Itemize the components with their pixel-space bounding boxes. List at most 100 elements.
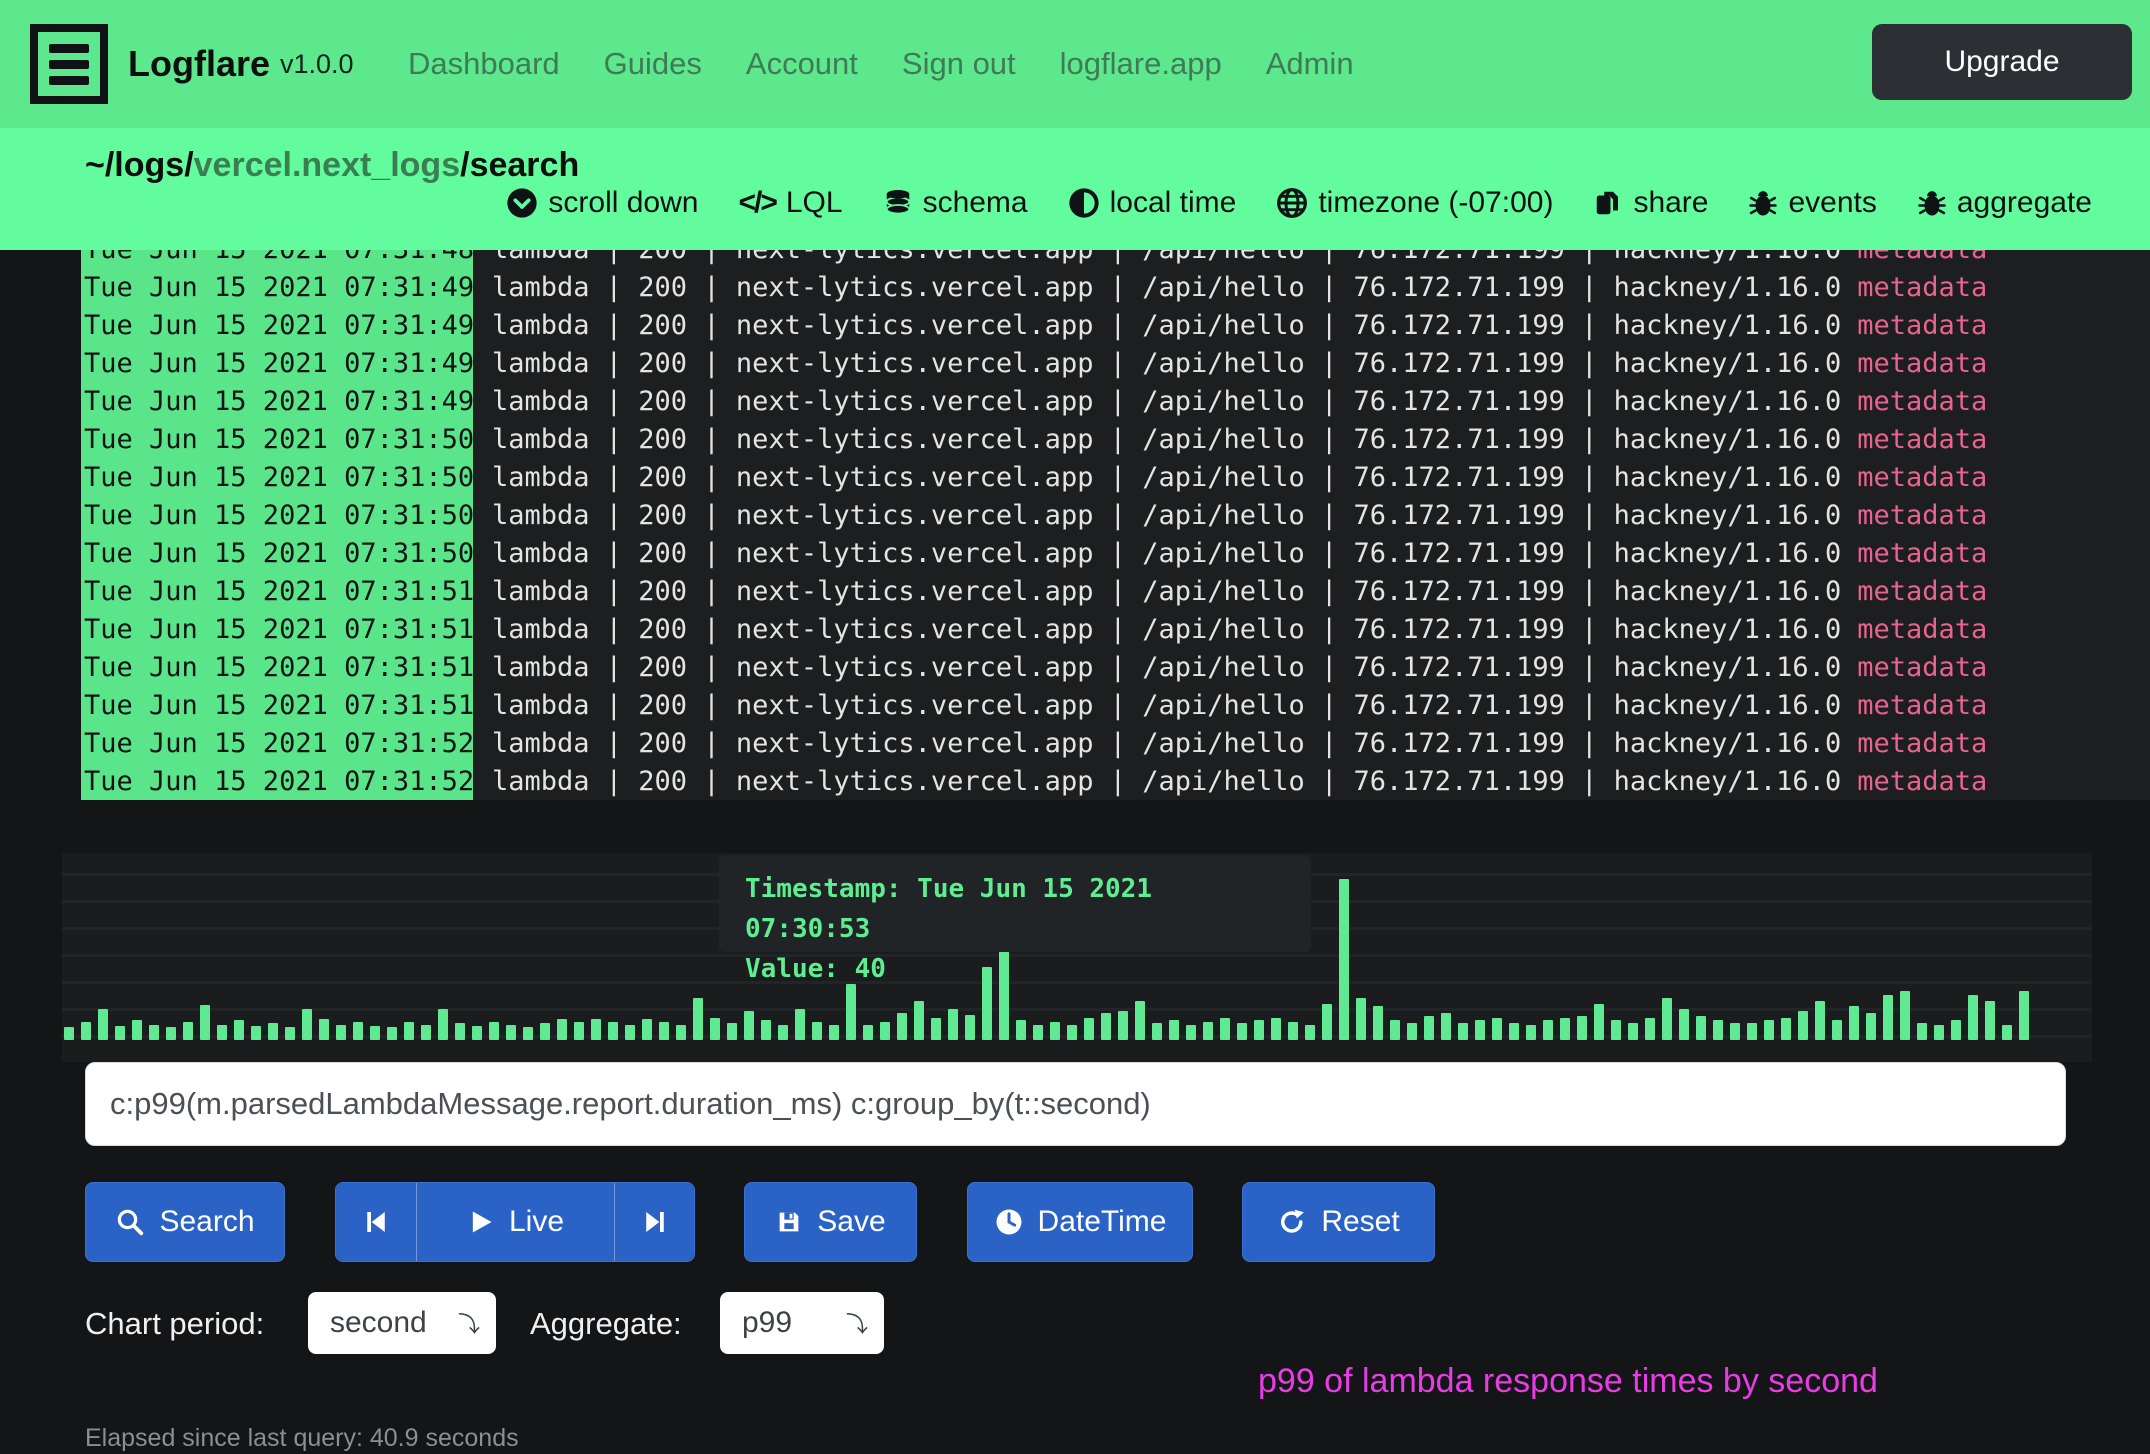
chart-bar[interactable] — [557, 1019, 567, 1040]
chart-bar[interactable] — [1492, 1018, 1502, 1040]
chart-bar[interactable] — [472, 1026, 482, 1040]
chart-bar[interactable] — [744, 1011, 754, 1040]
chart-bar[interactable] — [1356, 998, 1366, 1040]
chart-bar[interactable] — [1033, 1025, 1043, 1040]
chart-bar-hovered[interactable] — [846, 984, 856, 1040]
chart-bar[interactable] — [1152, 1023, 1162, 1040]
chart-bar[interactable] — [1186, 1025, 1196, 1040]
chart-bar[interactable] — [897, 1013, 907, 1040]
chart-bar[interactable] — [1934, 1025, 1944, 1040]
chart-bar[interactable] — [319, 1019, 329, 1040]
chart-bar[interactable] — [81, 1022, 91, 1040]
chart-bar[interactable] — [1424, 1016, 1434, 1040]
chart-bar[interactable] — [353, 1022, 363, 1040]
chart-bar[interactable] — [676, 1025, 686, 1040]
chart-bar[interactable] — [1373, 1006, 1383, 1040]
chart-bar[interactable] — [523, 1027, 533, 1040]
chart-bar[interactable] — [370, 1026, 380, 1040]
nav-item-account[interactable]: Account — [746, 46, 858, 82]
chart-bar[interactable] — [1543, 1020, 1553, 1040]
log-row[interactable]: Tue Jun 15 2021 07:31:52lambda | 200 | n… — [0, 724, 2150, 762]
chart-bar[interactable] — [1220, 1018, 1230, 1040]
chart-bar[interactable] — [1118, 1011, 1128, 1040]
chart-bar[interactable] — [591, 1019, 601, 1040]
nav-item-sign-out[interactable]: Sign out — [902, 46, 1016, 82]
chart-bar[interactable] — [1866, 1013, 1876, 1040]
nav-item-logflare-app[interactable]: logflare.app — [1060, 46, 1222, 82]
log-row[interactable]: Tue Jun 15 2021 07:31:49lambda | 200 | n… — [0, 344, 2150, 382]
chart-bar[interactable] — [1135, 1001, 1145, 1040]
metadata-link[interactable]: metadata — [1857, 424, 1987, 455]
log-row[interactable]: Tue Jun 15 2021 07:31:50lambda | 200 | n… — [0, 420, 2150, 458]
live-button[interactable]: Live — [416, 1183, 614, 1261]
chart-bar[interactable] — [132, 1020, 142, 1040]
log-row[interactable]: Tue Jun 15 2021 07:31:51lambda | 200 | n… — [0, 572, 2150, 610]
toolbar-events[interactable]: events — [1748, 186, 1876, 220]
skip-to-end-button[interactable] — [614, 1183, 694, 1261]
log-row[interactable]: Tue Jun 15 2021 07:31:50lambda | 200 | n… — [0, 496, 2150, 534]
chart-bar[interactable] — [1985, 1001, 1995, 1040]
toolbar-share[interactable]: share — [1593, 186, 1708, 220]
chart-bar[interactable] — [98, 1009, 108, 1040]
chart-bar[interactable] — [1645, 1018, 1655, 1040]
reset-button[interactable]: Reset — [1242, 1182, 1435, 1262]
chart-bar[interactable] — [540, 1023, 550, 1040]
chart-bar[interactable] — [1458, 1023, 1468, 1040]
chart-bar[interactable] — [659, 1022, 669, 1040]
chart-bar[interactable] — [438, 1009, 448, 1040]
chart-bar[interactable] — [931, 1018, 941, 1040]
chart-bar[interactable] — [200, 1005, 210, 1040]
aggregate-select[interactable]: p99 ⤵︎ — [720, 1292, 884, 1354]
chart-bar[interactable] — [812, 1022, 822, 1040]
chart-bar[interactable] — [1271, 1018, 1281, 1040]
chart-bar[interactable] — [506, 1025, 516, 1040]
chart-bar[interactable] — [965, 1015, 975, 1040]
log-row[interactable]: Tue Jun 15 2021 07:31:50lambda | 200 | n… — [0, 534, 2150, 572]
chart-bar[interactable] — [880, 1022, 890, 1040]
log-row[interactable]: Tue Jun 15 2021 07:31:49lambda | 200 | n… — [0, 382, 2150, 420]
chart-bar[interactable] — [1339, 879, 1349, 1040]
chart-bar[interactable] — [1560, 1018, 1570, 1040]
skip-to-start-button[interactable] — [336, 1183, 416, 1261]
chart-bar[interactable] — [1798, 1011, 1808, 1040]
log-row[interactable]: Tue Jun 15 2021 07:31:51lambda | 200 | n… — [0, 610, 2150, 648]
nav-item-guides[interactable]: Guides — [604, 46, 702, 82]
chart-bar[interactable] — [1832, 1020, 1842, 1040]
chart-bar[interactable] — [761, 1020, 771, 1040]
chart-bar[interactable] — [285, 1027, 295, 1040]
metadata-link[interactable]: metadata — [1857, 462, 1987, 493]
chart-bar[interactable] — [1084, 1018, 1094, 1040]
chart-bar[interactable] — [1679, 1009, 1689, 1040]
chart-bar[interactable] — [1900, 991, 1910, 1040]
chart-bar[interactable] — [608, 1022, 618, 1040]
chart-bar[interactable] — [166, 1027, 176, 1040]
save-button[interactable]: Save — [744, 1182, 917, 1262]
chart-bar[interactable] — [625, 1025, 635, 1040]
chart-bar[interactable] — [2019, 991, 2029, 1040]
logflare-logo-icon[interactable] — [30, 24, 108, 104]
chart-bar[interactable] — [693, 998, 703, 1040]
chart-bar[interactable] — [1475, 1020, 1485, 1040]
chart-bar[interactable] — [795, 1009, 805, 1040]
chart-bar[interactable] — [404, 1022, 414, 1040]
log-row[interactable]: Tue Jun 15 2021 07:31:51lambda | 200 | n… — [0, 648, 2150, 686]
chart-bar[interactable] — [302, 1009, 312, 1040]
datetime-button[interactable]: DateTime — [967, 1182, 1193, 1262]
query-input[interactable] — [85, 1062, 2066, 1146]
chart-bar[interactable] — [1067, 1025, 1077, 1040]
toolbar-local-time[interactable]: local time — [1068, 186, 1237, 220]
metadata-link[interactable]: metadata — [1857, 576, 1987, 607]
chart-bar[interactable] — [234, 1020, 244, 1040]
chart-bar[interactable] — [115, 1026, 125, 1040]
chart-bar[interactable] — [2002, 1025, 2012, 1040]
chart-bar[interactable] — [489, 1022, 499, 1040]
chart-bar[interactable] — [1696, 1016, 1706, 1040]
metadata-link[interactable]: metadata — [1857, 348, 1987, 379]
chart-bar[interactable] — [1662, 998, 1672, 1040]
chart-bar[interactable] — [727, 1023, 737, 1040]
response-time-chart[interactable]: Timestamp: Tue Jun 15 2021 07:30:53 Valu… — [62, 853, 2092, 1062]
log-row[interactable]: Tue Jun 15 2021 07:31:49lambda | 200 | n… — [0, 268, 2150, 306]
chart-bar[interactable] — [183, 1022, 193, 1040]
chart-bar[interactable] — [1849, 1006, 1859, 1040]
metadata-link[interactable]: metadata — [1857, 538, 1987, 569]
